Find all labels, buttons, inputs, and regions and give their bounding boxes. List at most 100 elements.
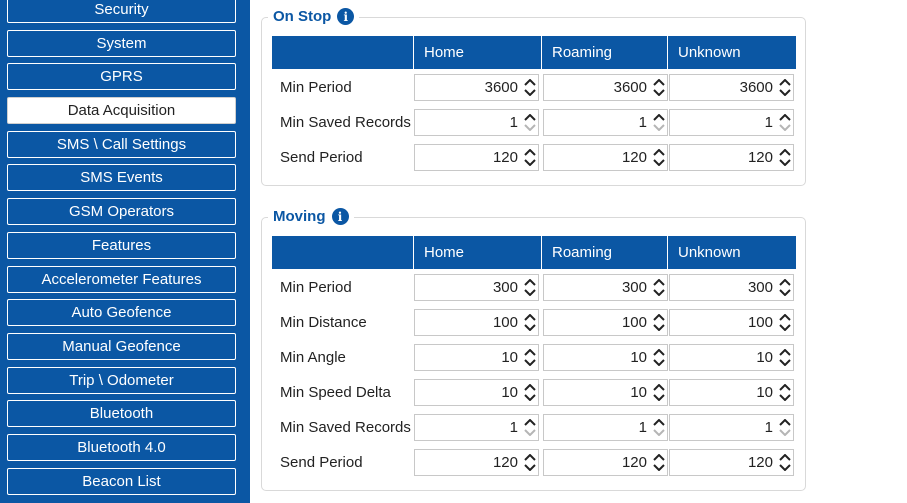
send-period-roaming-spinbox[interactable]: 120 (543, 449, 668, 476)
spinbox-arrows[interactable] (522, 110, 538, 135)
chevron-up-icon[interactable] (653, 114, 665, 121)
chevron-up-icon[interactable] (653, 454, 665, 461)
chevron-up-icon[interactable] (779, 79, 791, 86)
spinbox-value[interactable]: 1 (415, 114, 522, 131)
spinbox-value[interactable]: 120 (415, 149, 522, 166)
spinbox-value[interactable]: 300 (670, 279, 777, 296)
sidebar-item-trip-odometer[interactable]: Trip \ Odometer (7, 367, 236, 394)
chevron-down-icon[interactable] (653, 324, 665, 331)
chevron-down-icon[interactable] (779, 359, 791, 366)
spinbox-arrows[interactable] (651, 110, 667, 135)
spinbox-arrows[interactable] (777, 275, 793, 300)
chevron-up-icon[interactable] (524, 384, 536, 391)
chevron-down-icon[interactable] (653, 124, 665, 131)
chevron-up-icon[interactable] (779, 314, 791, 321)
chevron-up-icon[interactable] (653, 419, 665, 426)
spinbox-value[interactable]: 1 (670, 114, 777, 131)
spinbox-arrows[interactable] (651, 450, 667, 475)
min-angle-home-spinbox[interactable]: 10 (414, 344, 539, 371)
min-period-home-spinbox[interactable]: 300 (414, 274, 539, 301)
sidebar-item-bluetooth[interactable]: Bluetooth (7, 400, 236, 427)
chevron-down-icon[interactable] (524, 289, 536, 296)
spinbox-arrows[interactable] (777, 145, 793, 170)
spinbox-arrows[interactable] (777, 450, 793, 475)
chevron-up-icon[interactable] (653, 279, 665, 286)
min-saved-records-unknown-spinbox[interactable]: 1 (669, 109, 794, 136)
min-period-unknown-spinbox[interactable]: 300 (669, 274, 794, 301)
sidebar-item-accelerometer-features[interactable]: Accelerometer Features (7, 266, 236, 293)
spinbox-value[interactable]: 100 (415, 314, 522, 331)
chevron-down-icon[interactable] (524, 124, 536, 131)
spinbox-arrows[interactable] (777, 110, 793, 135)
chevron-up-icon[interactable] (524, 314, 536, 321)
spinbox-value[interactable]: 10 (670, 349, 777, 366)
min-distance-roaming-spinbox[interactable]: 100 (543, 309, 668, 336)
min-speed-delta-roaming-spinbox[interactable]: 10 (543, 379, 668, 406)
spinbox-value[interactable]: 3600 (670, 79, 777, 96)
min-period-home-spinbox[interactable]: 3600 (414, 74, 539, 101)
chevron-down-icon[interactable] (524, 89, 536, 96)
spinbox-arrows[interactable] (522, 145, 538, 170)
info-icon[interactable]: i (337, 8, 355, 25)
min-period-roaming-spinbox[interactable]: 3600 (543, 74, 668, 101)
spinbox-value[interactable]: 3600 (544, 79, 651, 96)
min-distance-home-spinbox[interactable]: 100 (414, 309, 539, 336)
spinbox-arrows[interactable] (777, 415, 793, 440)
send-period-unknown-spinbox[interactable]: 120 (669, 449, 794, 476)
spinbox-arrows[interactable] (651, 345, 667, 370)
chevron-down-icon[interactable] (779, 89, 791, 96)
sidebar-item-gprs[interactable]: GPRS (7, 63, 236, 90)
chevron-up-icon[interactable] (779, 114, 791, 121)
spinbox-value[interactable]: 120 (670, 149, 777, 166)
chevron-down-icon[interactable] (653, 159, 665, 166)
min-saved-records-home-spinbox[interactable]: 1 (414, 414, 539, 441)
spinbox-value[interactable]: 100 (670, 314, 777, 331)
sidebar-item-system[interactable]: System (7, 30, 236, 57)
chevron-up-icon[interactable] (779, 419, 791, 426)
min-angle-roaming-spinbox[interactable]: 10 (543, 344, 668, 371)
spinbox-arrows[interactable] (522, 450, 538, 475)
spinbox-value[interactable]: 3600 (415, 79, 522, 96)
send-period-roaming-spinbox[interactable]: 120 (543, 144, 668, 171)
chevron-up-icon[interactable] (779, 349, 791, 356)
chevron-down-icon[interactable] (653, 394, 665, 401)
spinbox-arrows[interactable] (777, 310, 793, 335)
spinbox-arrows[interactable] (777, 75, 793, 100)
chevron-up-icon[interactable] (653, 384, 665, 391)
min-saved-records-unknown-spinbox[interactable]: 1 (669, 414, 794, 441)
sidebar-item-bluetooth-4[interactable]: Bluetooth 4.0 (7, 434, 236, 461)
spinbox-arrows[interactable] (651, 145, 667, 170)
chevron-up-icon[interactable] (653, 349, 665, 356)
chevron-down-icon[interactable] (524, 324, 536, 331)
chevron-down-icon[interactable] (779, 289, 791, 296)
chevron-down-icon[interactable] (524, 464, 536, 471)
chevron-up-icon[interactable] (524, 419, 536, 426)
chevron-up-icon[interactable] (653, 314, 665, 321)
spinbox-arrows[interactable] (777, 380, 793, 405)
chevron-up-icon[interactable] (524, 79, 536, 86)
spinbox-value[interactable]: 10 (670, 384, 777, 401)
chevron-up-icon[interactable] (779, 454, 791, 461)
spinbox-value[interactable]: 10 (415, 384, 522, 401)
chevron-up-icon[interactable] (653, 149, 665, 156)
spinbox-value[interactable]: 120 (544, 454, 651, 471)
chevron-up-icon[interactable] (524, 114, 536, 121)
chevron-down-icon[interactable] (653, 464, 665, 471)
spinbox-arrows[interactable] (651, 310, 667, 335)
min-speed-delta-home-spinbox[interactable]: 10 (414, 379, 539, 406)
spinbox-value[interactable]: 1 (544, 419, 651, 436)
spinbox-value[interactable]: 300 (415, 279, 522, 296)
spinbox-arrows[interactable] (651, 380, 667, 405)
chevron-up-icon[interactable] (779, 384, 791, 391)
chevron-up-icon[interactable] (524, 149, 536, 156)
spinbox-arrows[interactable] (522, 310, 538, 335)
chevron-down-icon[interactable] (779, 159, 791, 166)
chevron-down-icon[interactable] (524, 159, 536, 166)
chevron-up-icon[interactable] (779, 279, 791, 286)
chevron-down-icon[interactable] (779, 394, 791, 401)
min-distance-unknown-spinbox[interactable]: 100 (669, 309, 794, 336)
spinbox-value[interactable]: 300 (544, 279, 651, 296)
send-period-home-spinbox[interactable]: 120 (414, 449, 539, 476)
chevron-down-icon[interactable] (779, 464, 791, 471)
spinbox-arrows[interactable] (522, 415, 538, 440)
